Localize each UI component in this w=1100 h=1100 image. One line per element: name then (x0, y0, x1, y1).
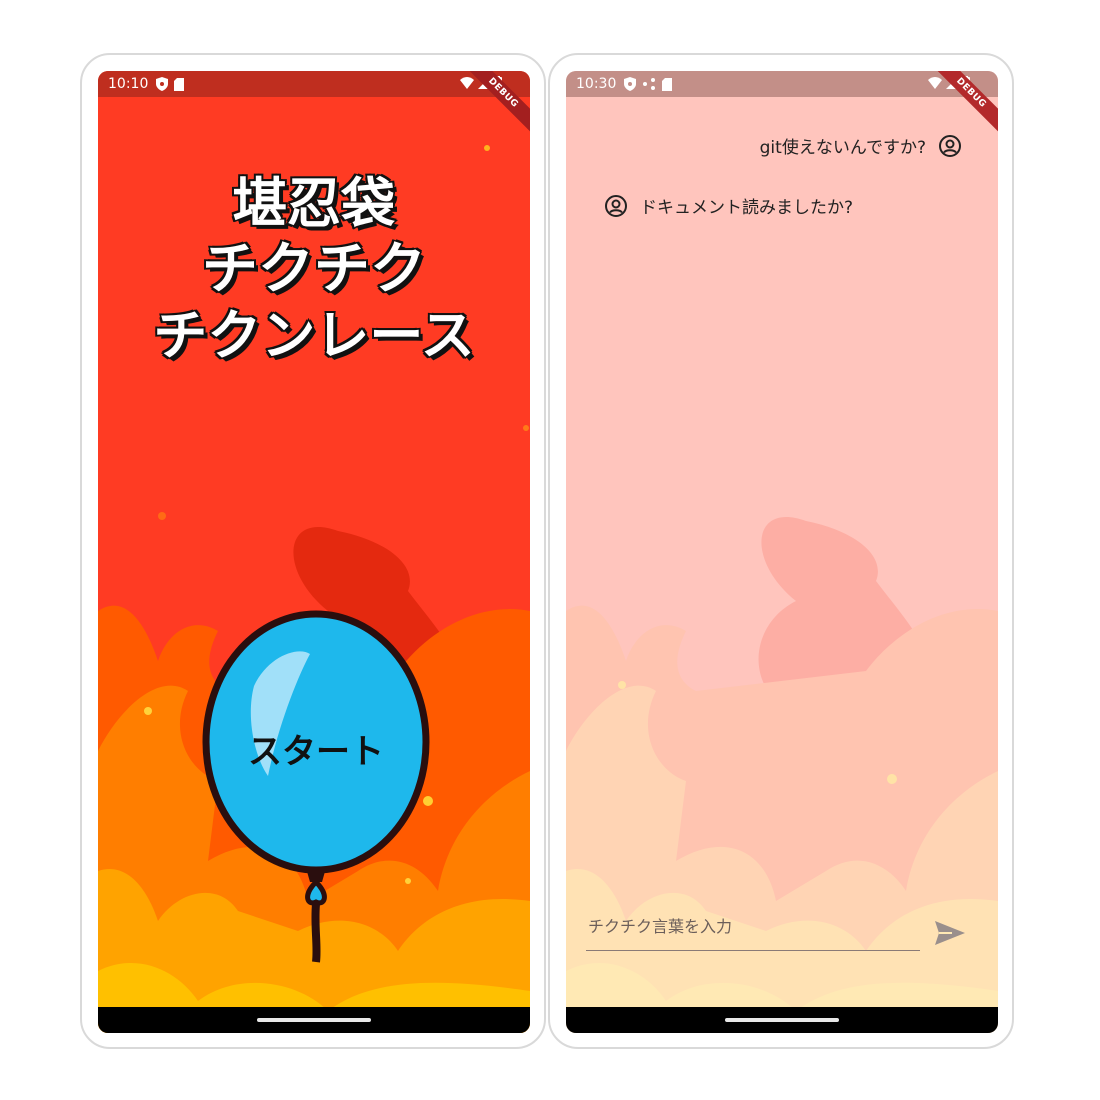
shield-icon (624, 77, 637, 91)
account-circle-icon (605, 194, 627, 217)
send-icon[interactable] (932, 915, 968, 951)
game-title: 堪忍袋 チクチク チクンレース (98, 171, 530, 369)
message-sent: git使えないんですか? (760, 133, 962, 158)
wifi-icon (928, 76, 942, 89)
ember (887, 774, 897, 784)
title-line: 堪忍袋 (232, 171, 397, 237)
message-text: ドキュメント読みましたか? (640, 198, 854, 218)
phone-frame-right: 10:30 DEBUG git使えないんですか? ドキュメント読みましたか? チ… (548, 53, 1014, 1049)
home-handle[interactable] (257, 1018, 371, 1022)
message-text: git使えないんですか? (759, 138, 926, 158)
shield-icon (156, 77, 169, 91)
message-input-area (586, 907, 920, 951)
message-received: ドキュメント読みましたか? (604, 193, 853, 218)
title-screen: 10:10 DEBUG 堪忍袋 チクチク チクンレース スタート (98, 71, 530, 1033)
ember (158, 512, 166, 520)
account-circle-icon (939, 134, 961, 157)
balloon-icon (202, 610, 430, 963)
status-bar: 10:30 (566, 71, 998, 97)
title-line: チクチク (201, 236, 428, 304)
wifi-icon (460, 76, 474, 89)
sd-card-icon (662, 77, 673, 91)
navigation-bar (98, 1007, 530, 1033)
home-handle[interactable] (725, 1018, 839, 1022)
ember (618, 681, 626, 689)
chat-screen: 10:30 DEBUG git使えないんですか? ドキュメント読みましたか? チ… (566, 71, 998, 1033)
sd-card-icon (174, 77, 185, 91)
status-bar: 10:10 (98, 71, 530, 97)
status-time: 10:10 (108, 76, 149, 92)
message-input[interactable] (586, 907, 920, 951)
title-line: チクンレース (152, 303, 476, 369)
start-label: スタート (248, 732, 384, 772)
navigation-bar (566, 1007, 998, 1033)
ember (144, 707, 152, 715)
phone-frame-left: 10:10 DEBUG 堪忍袋 チクチク チクンレース スタート (80, 53, 546, 1049)
ember (484, 145, 490, 151)
share-dots-icon (643, 78, 656, 90)
ember (523, 425, 529, 431)
status-time: 10:30 (576, 76, 617, 92)
start-balloon-button[interactable]: スタート (198, 606, 434, 966)
